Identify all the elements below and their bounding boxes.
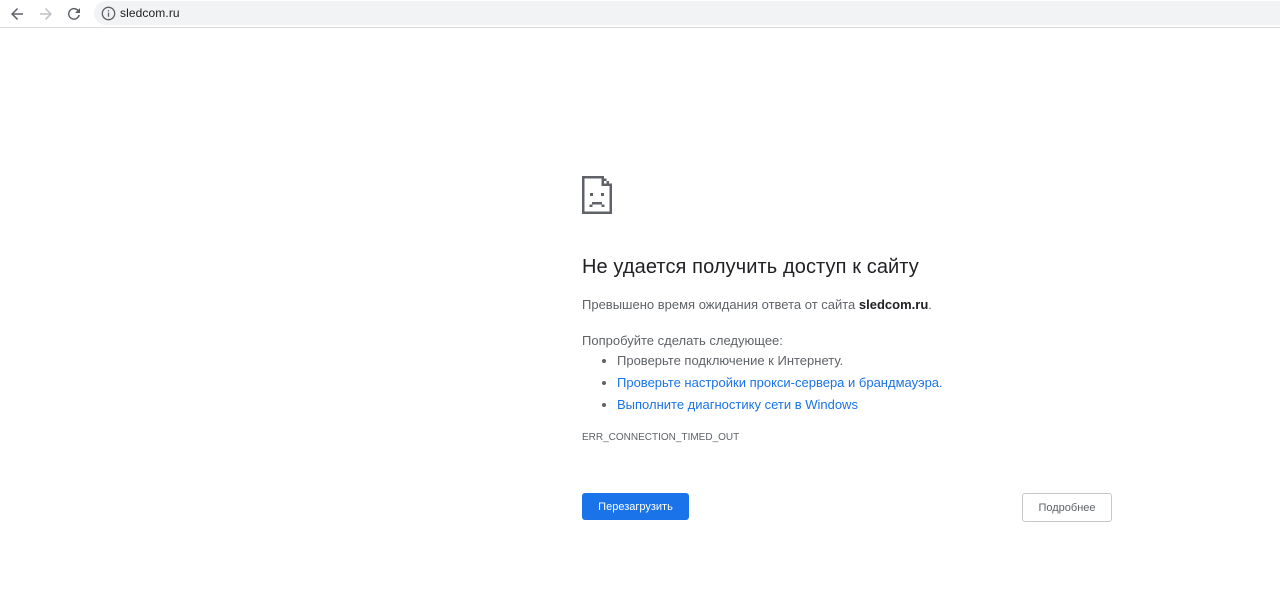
suggestion-check-proxy: Проверьте настройки прокси-сервера и бра…: [602, 374, 943, 396]
error-heading: Не удается получить доступ к сайту: [582, 256, 919, 278]
suggestions-list: Проверьте подключение к Интернету. Прове…: [582, 352, 943, 418]
arrow-right-icon: [40, 8, 52, 20]
details-button[interactable]: Подробнее: [1022, 493, 1112, 522]
url-text[interactable]: sledcom.ru: [120, 6, 180, 20]
suggestion-text: Проверьте подключение к Интернету.: [617, 353, 844, 368]
reload-icon: [68, 7, 80, 20]
error-code: ERR_CONNECTION_TIMED_OUT: [582, 432, 740, 443]
arrow-left-icon: [11, 8, 23, 20]
summary-suffix: .: [928, 297, 932, 312]
back-button[interactable]: [6, 3, 28, 25]
check-proxy-link[interactable]: Проверьте настройки прокси-сервера и бра…: [617, 375, 943, 390]
browser-toolbar: sledcom.ru: [0, 0, 1280, 28]
error-summary: Превышено время ожидания ответа от сайта…: [582, 297, 932, 312]
run-diagnostics-link[interactable]: Выполните диагностику сети в Windows: [617, 397, 858, 412]
reload-button[interactable]: [63, 3, 85, 25]
reload-page-button[interactable]: Перезагрузить: [582, 493, 689, 520]
suggestions-title: Попробуйте сделать следующее:: [582, 333, 783, 348]
suggestion-check-connection: Проверьте подключение к Интернету.: [602, 352, 943, 374]
suggestion-run-diagnostics: Выполните диагностику сети в Windows: [602, 396, 943, 418]
info-circle-icon[interactable]: [96, 1, 120, 25]
sad-page-icon: [582, 176, 612, 214]
summary-host: sledcom.ru: [858, 297, 929, 312]
summary-prefix: Превышено время ожидания ответа от сайта: [582, 297, 859, 312]
forward-button[interactable]: [35, 3, 57, 25]
address-bar[interactable]: sledcom.ru: [94, 1, 1280, 25]
